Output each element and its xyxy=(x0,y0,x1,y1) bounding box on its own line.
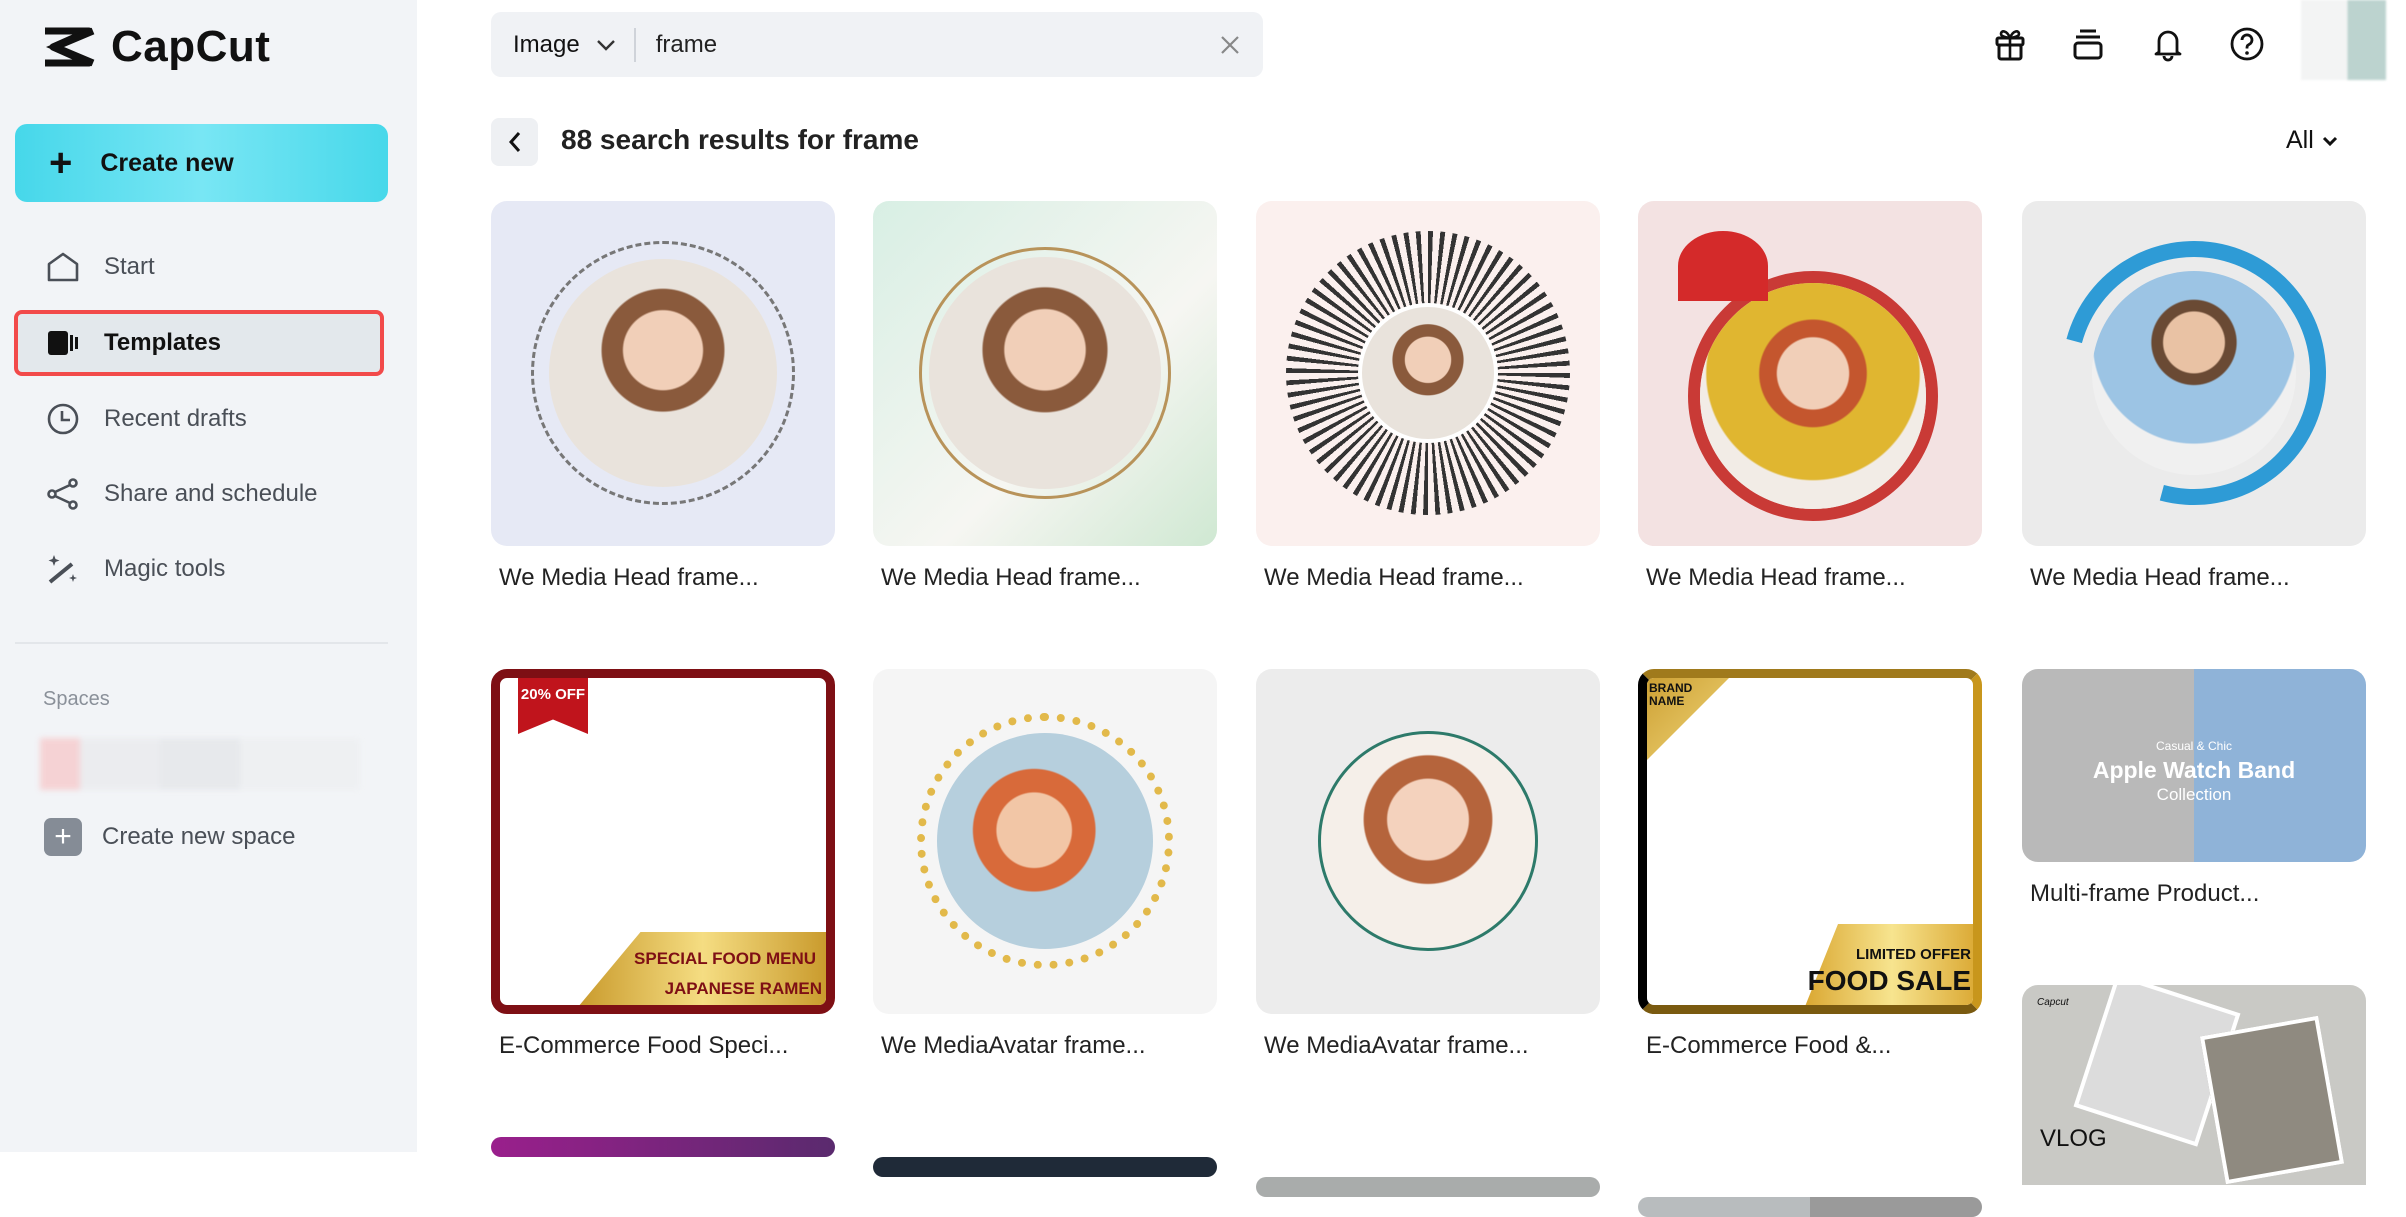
template-thumbnail: BRAND NAME LIMITED OFFER FOOD SALE xyxy=(1638,669,1982,1014)
template-thumbnail[interactable] xyxy=(491,1137,835,1157)
template-thumbnail xyxy=(491,201,835,546)
template-caption: E-Commerce Food Speci... xyxy=(499,1032,789,1059)
sidebar: CapCut + Create new Start Templates Rece… xyxy=(0,0,417,1152)
sidebar-item-share-and-schedule[interactable]: Share and schedule xyxy=(14,461,384,527)
capcut-logo-icon xyxy=(45,27,95,67)
template-thumbnail xyxy=(2022,201,2366,546)
template-thumbnail[interactable] xyxy=(1638,1197,1982,1217)
search-type-dropdown[interactable]: Image xyxy=(513,27,636,62)
template-thumbnail xyxy=(873,201,1217,546)
template-thumbnail[interactable] xyxy=(873,1157,1217,1177)
space-item-blurred[interactable] xyxy=(40,738,360,790)
search-input[interactable] xyxy=(655,30,1219,59)
template-card[interactable]: We Media Head frame... xyxy=(1638,201,1982,592)
create-new-space-button[interactable]: + Create new space xyxy=(44,818,295,856)
template-thumbnail xyxy=(1638,201,1982,546)
template-card[interactable]: We Media Head frame... xyxy=(2022,201,2366,592)
template-card[interactable]: BRAND NAME LIMITED OFFER FOOD SALE E-Com… xyxy=(1638,669,1982,1060)
chevron-left-icon xyxy=(508,132,520,152)
template-thumbnail: Casual & Chic Apple Watch Band Collectio… xyxy=(2022,669,2366,862)
template-caption: Multi-frame Product... xyxy=(2030,880,2260,907)
search-bar: Image xyxy=(491,12,1263,77)
capcut-logo[interactable]: CapCut xyxy=(43,22,270,72)
chevron-down-icon xyxy=(596,39,615,51)
home-icon xyxy=(47,252,79,282)
create-new-button[interactable]: + Create new xyxy=(15,124,388,202)
template-card[interactable]: We Media Head frame... xyxy=(873,201,1217,592)
share-icon xyxy=(47,478,78,510)
clock-icon xyxy=(47,403,79,435)
template-caption: We Media Head frame... xyxy=(1646,564,1906,591)
template-thumbnail xyxy=(1256,201,1600,546)
user-avatar[interactable] xyxy=(2301,0,2386,80)
plus-icon: + xyxy=(44,818,82,856)
sidebar-divider xyxy=(15,642,388,644)
template-card[interactable]: 20% OFF SPECIAL FOOD MENU JAPANESE RAMEN… xyxy=(491,669,835,1060)
templates-icon xyxy=(48,331,78,355)
bell-icon[interactable] xyxy=(2150,26,2186,62)
plus-icon: + xyxy=(49,141,73,185)
template-thumbnail xyxy=(1256,669,1600,1014)
template-card[interactable]: We MediaAvatar frame... xyxy=(873,669,1217,1060)
template-thumbnail: Capcut VLOG xyxy=(2022,985,2366,1185)
results-title: 88 search results for frame xyxy=(561,124,919,155)
template-caption: We Media Head frame... xyxy=(499,564,759,591)
gift-icon[interactable] xyxy=(1992,26,2028,62)
sidebar-item-templates[interactable]: Templates xyxy=(14,310,384,376)
clear-search-icon[interactable] xyxy=(1219,34,1241,56)
template-caption: E-Commerce Food &... xyxy=(1646,1032,1892,1059)
template-card[interactable]: We MediaAvatar frame... xyxy=(1256,669,1600,1060)
template-thumbnail: 20% OFF SPECIAL FOOD MENU JAPANESE RAMEN xyxy=(491,669,835,1014)
sidebar-item-recent-drafts[interactable]: Recent drafts xyxy=(14,386,384,452)
template-card[interactable]: We Media Head frame... xyxy=(1256,201,1600,592)
spaces-label: Spaces xyxy=(43,688,110,710)
template-thumbnail xyxy=(873,669,1217,1014)
template-card[interactable]: We Media Head frame... xyxy=(491,201,835,592)
help-icon[interactable] xyxy=(2229,26,2265,62)
template-card[interactable]: Casual & Chic Apple Watch Band Collectio… xyxy=(2022,669,2366,908)
template-caption: We Media Head frame... xyxy=(2030,564,2290,591)
magic-wand-icon xyxy=(48,555,77,584)
template-card[interactable]: Capcut VLOG xyxy=(2022,985,2366,1185)
inbox-icon[interactable] xyxy=(2070,26,2106,62)
template-caption: We Media Head frame... xyxy=(1264,564,1524,591)
back-button[interactable] xyxy=(491,118,538,166)
template-caption: We MediaAvatar frame... xyxy=(1264,1032,1529,1059)
filter-dropdown[interactable]: All xyxy=(2286,126,2338,155)
template-caption: We Media Head frame... xyxy=(881,564,1141,591)
template-thumbnail[interactable] xyxy=(1256,1177,1600,1197)
chevron-down-icon xyxy=(2322,136,2337,146)
template-caption: We MediaAvatar frame... xyxy=(881,1032,1146,1059)
sidebar-item-start[interactable]: Start xyxy=(14,234,384,300)
sidebar-item-magic-tools[interactable]: Magic tools xyxy=(14,536,384,602)
